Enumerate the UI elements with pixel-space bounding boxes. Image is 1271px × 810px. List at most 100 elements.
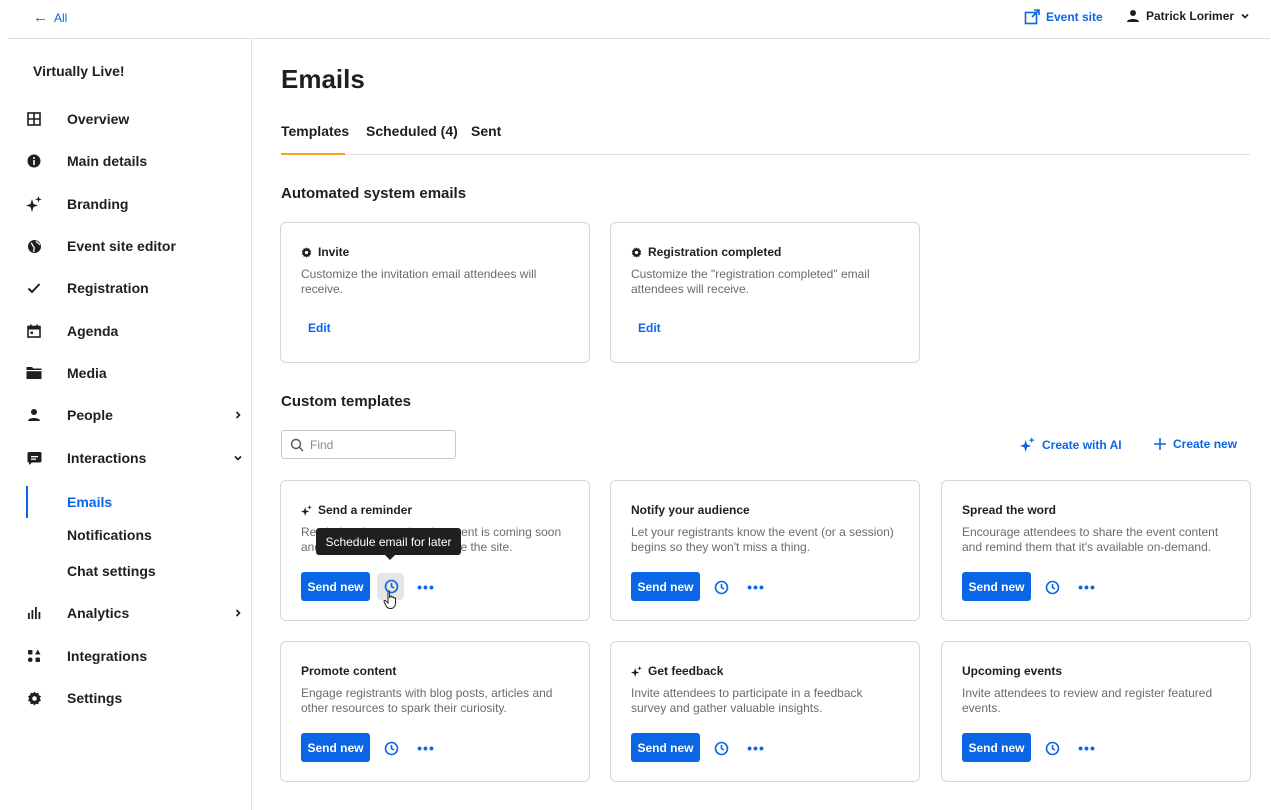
card-title-text: Invite [318, 245, 350, 259]
chevron-right-icon [232, 409, 244, 421]
create-new-button[interactable]: Create new [1153, 437, 1237, 451]
user-menu[interactable]: Patrick Lorimer [1126, 9, 1250, 23]
sidebar-subitem-label: Chat settings [67, 563, 156, 579]
info-icon [24, 151, 44, 171]
card-title: Spread the word [962, 503, 1056, 517]
create-with-ai-label: Create with AI [1042, 437, 1122, 452]
sparkle-icon [1020, 437, 1035, 452]
tab-sent[interactable]: Sent [471, 123, 501, 139]
sidebar-subitem-emails[interactable]: Emails [26, 488, 248, 516]
search-input[interactable] [310, 437, 450, 452]
automated-emails-heading: Automated system emails [281, 185, 467, 202]
more-options-icon[interactable]: ••• [1078, 739, 1096, 757]
plus-icon [1154, 438, 1166, 450]
card-description: Customize the invitation email attendees… [301, 267, 537, 296]
sidebar-item-overview[interactable]: Overview [24, 103, 248, 135]
tab-bar: Templates Scheduled (4) Sent [281, 123, 1250, 155]
sidebar-item-label: Integrations [67, 648, 148, 664]
card-title: Get feedback [631, 664, 723, 678]
arrow-left-icon: ← [33, 9, 48, 26]
sparkle-icon [24, 194, 44, 214]
clock-icon[interactable] [382, 739, 400, 757]
send-new-button[interactable]: Send new [962, 733, 1031, 762]
create-with-ai-button[interactable]: Create with AI [1019, 437, 1122, 452]
card-title-text: Notify your audience [631, 503, 750, 517]
edit-registration-completed-link[interactable]: Edit [638, 321, 661, 335]
tab-templates[interactable]: Templates [281, 123, 349, 139]
more-options-icon[interactable]: ••• [417, 739, 435, 757]
create-new-label: Create new [1173, 437, 1238, 451]
template-card-upcoming-events: Upcoming events Invite attendees to revi… [941, 641, 1251, 782]
check-icon [24, 278, 44, 298]
sidebar-item-settings[interactable]: Settings [24, 682, 248, 714]
chevron-right-icon [232, 607, 244, 619]
sidebar-item-people[interactable]: People [24, 399, 248, 431]
chevron-down-icon [232, 452, 244, 464]
edit-invite-link[interactable]: Edit [308, 321, 331, 335]
card-title-text: Promote content [301, 664, 397, 678]
sidebar-item-label: People [67, 407, 113, 423]
sidebar: Virtually Live! Overview Main details Br… [0, 39, 252, 810]
template-card-promote-content: Promote content Engage registrants with … [280, 641, 590, 782]
sidebar-item-media[interactable]: Media [24, 357, 248, 389]
send-new-button[interactable]: Send new [631, 572, 700, 601]
sidebar-subitem-label: Emails [67, 494, 113, 510]
sidebar-item-label: Branding [67, 196, 129, 212]
sidebar-item-label: Event site editor [67, 238, 176, 254]
send-new-button[interactable]: Send new [301, 572, 370, 601]
sidebar-subitem-notifications[interactable]: Notifications [26, 521, 248, 549]
sidebar-item-interactions[interactable]: Interactions [24, 442, 248, 474]
more-options-icon[interactable]: ••• [747, 578, 765, 596]
card-title-text: Registration completed [648, 245, 782, 259]
sidebar-item-integrations[interactable]: Integrations [24, 640, 248, 672]
card-description: Invite attendees to review and register … [962, 686, 1213, 715]
send-new-button[interactable]: Send new [631, 733, 700, 762]
calendar-icon [24, 321, 44, 341]
sidebar-item-main-details[interactable]: Main details [24, 145, 248, 177]
more-options-icon[interactable]: ••• [1078, 578, 1096, 596]
template-card-get-feedback: Get feedback Invite attendees to partici… [610, 641, 920, 782]
send-new-button[interactable]: Send new [301, 733, 370, 762]
sidebar-item-label: Interactions [67, 450, 147, 466]
gear-icon [631, 246, 642, 258]
more-options-icon[interactable]: ••• [747, 739, 765, 757]
sidebar-item-label: Settings [67, 690, 123, 706]
clock-icon[interactable] [1043, 739, 1061, 757]
send-new-button[interactable]: Send new [962, 572, 1031, 601]
clock-icon[interactable] [712, 739, 730, 757]
clock-icon[interactable] [712, 578, 730, 596]
clock-icon[interactable] [1043, 578, 1061, 596]
card-description: Encourage attendees to share the event c… [962, 525, 1219, 554]
grid-icon [24, 109, 44, 129]
event-name: Virtually Live! [33, 63, 125, 79]
sidebar-item-label: Analytics [67, 605, 130, 621]
sidebar-item-label: Agenda [67, 323, 119, 339]
sparkle-icon [301, 504, 312, 516]
card-title: Send a reminder [301, 503, 412, 517]
schedule-tooltip: Schedule email for later [316, 528, 461, 560]
more-options-icon[interactable]: ••• [417, 578, 435, 596]
sidebar-item-agenda[interactable]: Agenda [24, 315, 248, 347]
sidebar-item-branding[interactable]: Branding [24, 188, 248, 220]
back-to-all-link[interactable]: ← All [33, 10, 67, 25]
event-site-link[interactable]: Event site [1024, 9, 1103, 25]
template-card-notify-your-audience: Notify your audience Let your registrant… [610, 480, 920, 621]
card-title-text: Spread the word [962, 503, 1057, 517]
sidebar-item-event-site-editor[interactable]: Event site editor [24, 230, 248, 262]
folder-icon [24, 363, 44, 383]
card-title-text: Upcoming events [962, 664, 1063, 678]
tab-scheduled[interactable]: Scheduled (4) [366, 123, 458, 139]
event-site-label: Event site [1046, 10, 1103, 24]
sidebar-item-registration[interactable]: Registration [24, 272, 248, 304]
person-icon [1127, 10, 1139, 22]
sidebar-item-label: Main details [67, 153, 148, 169]
card-title: Promote content [301, 664, 396, 678]
user-name: Patrick Lorimer [1146, 9, 1235, 23]
card-title-text: Get feedback [648, 664, 724, 678]
chat-icon [24, 448, 44, 468]
sidebar-item-analytics[interactable]: Analytics [24, 597, 248, 629]
search-icon [290, 438, 304, 451]
sidebar-item-label: Registration [67, 280, 149, 296]
search-field[interactable] [281, 430, 456, 459]
sidebar-subitem-chat-settings[interactable]: Chat settings [26, 557, 248, 585]
